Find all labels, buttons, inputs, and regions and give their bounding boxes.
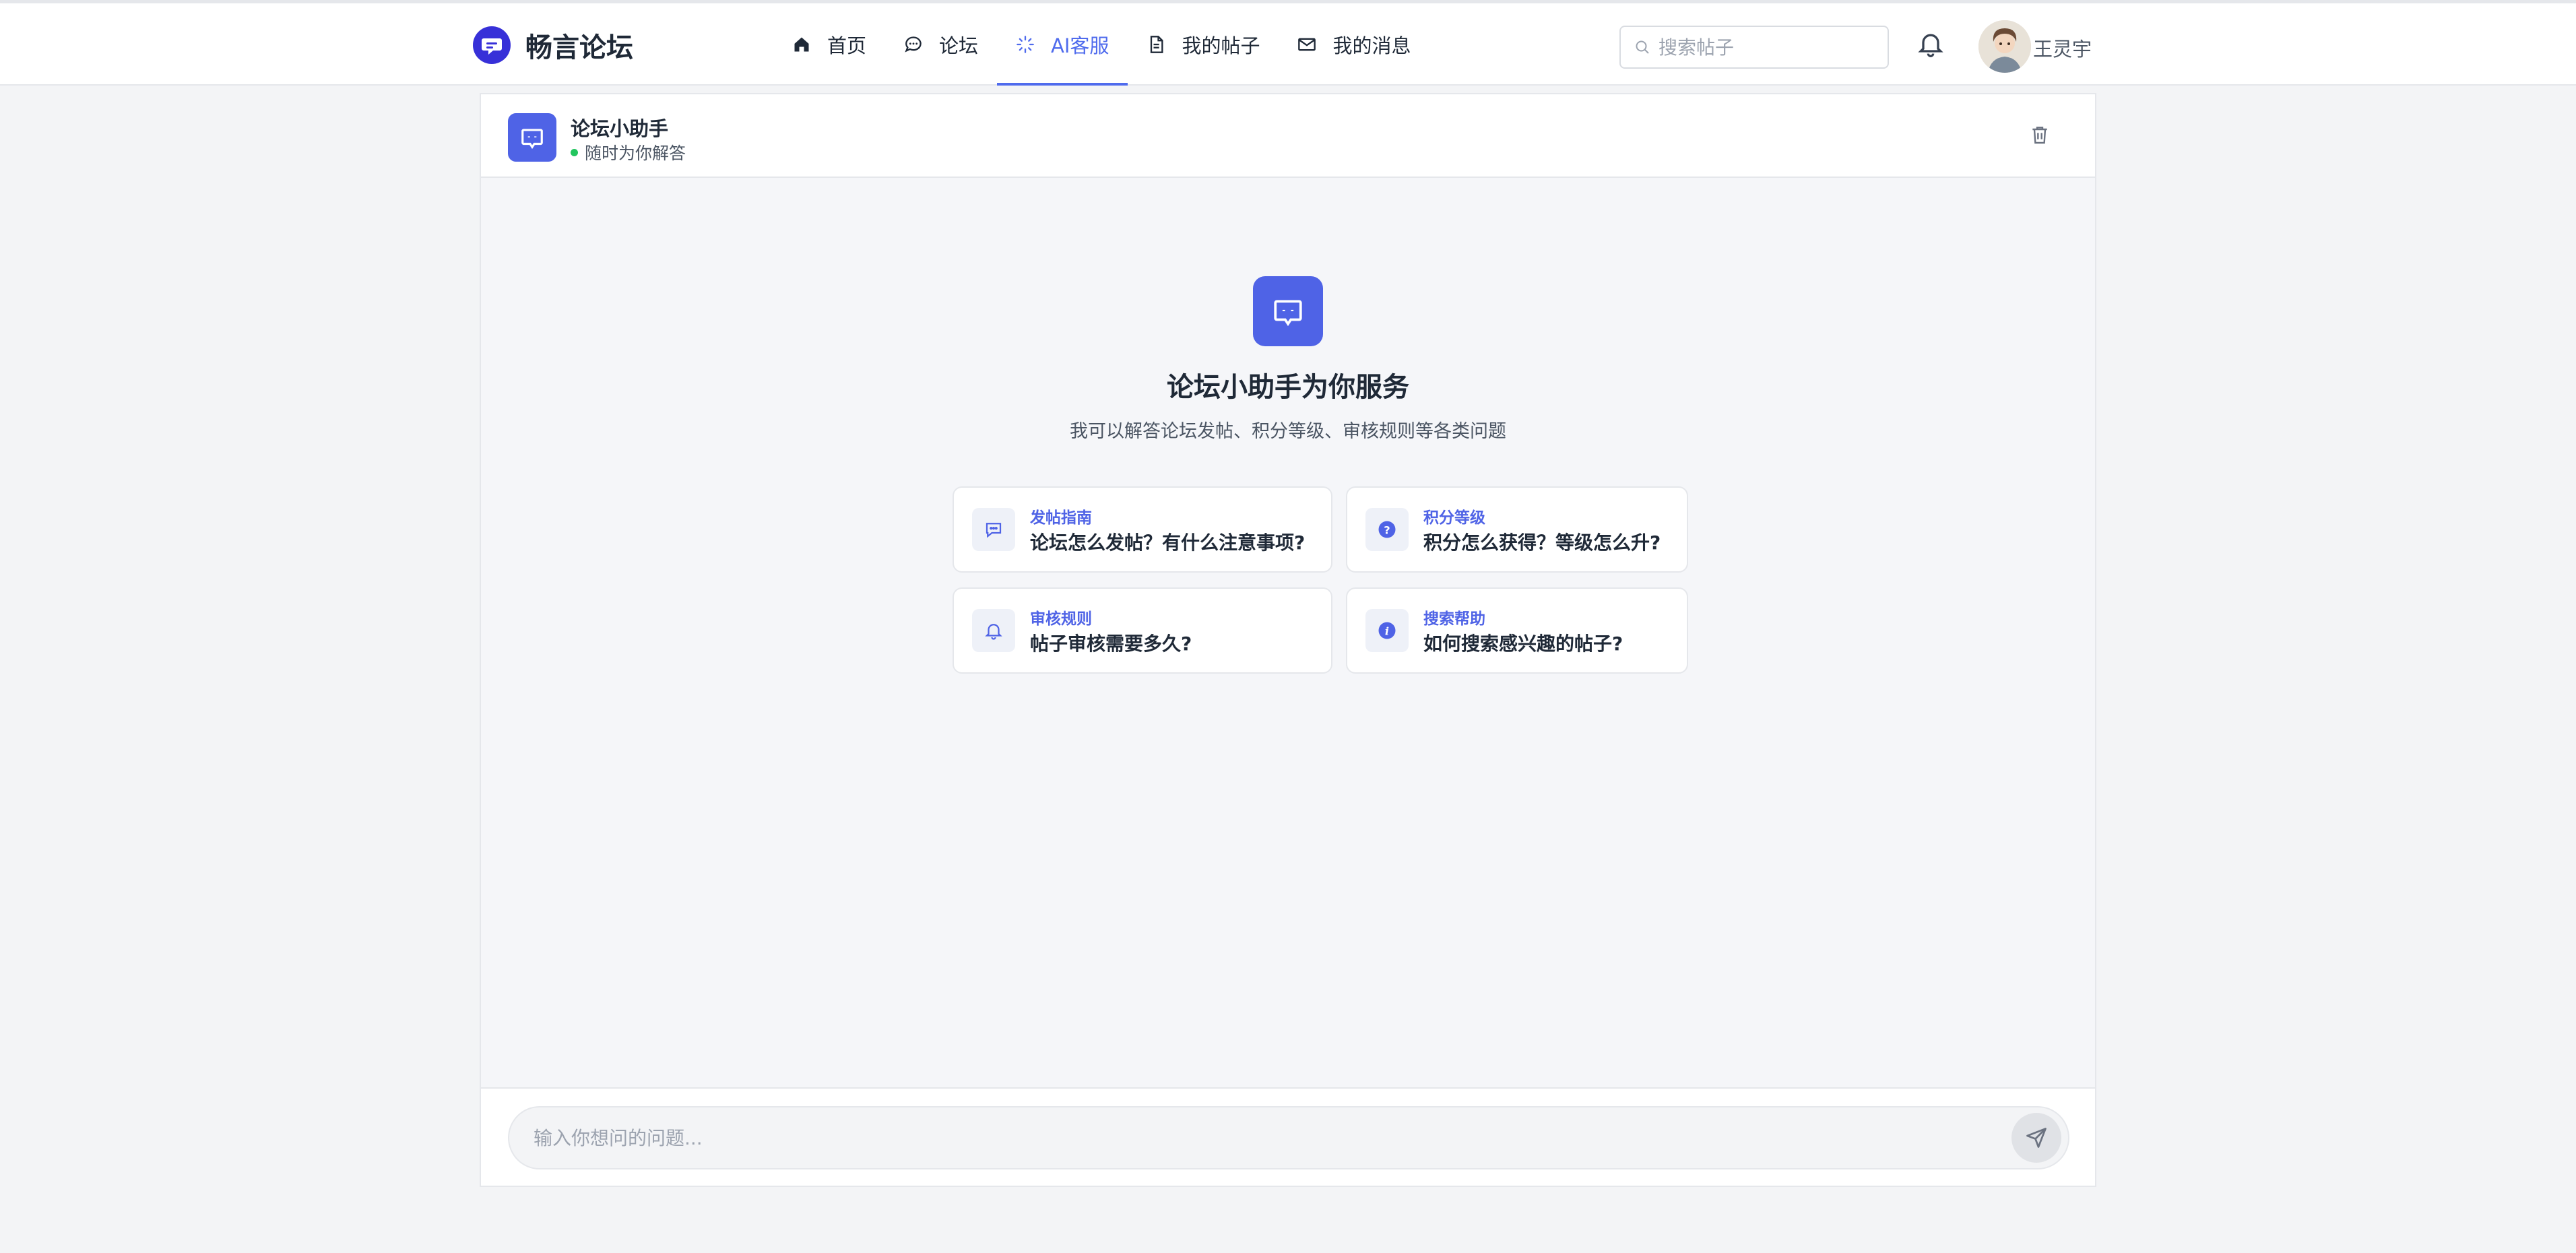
mail-icon bbox=[1298, 38, 1316, 51]
bot-name: 论坛小助手 bbox=[571, 117, 669, 140]
brand-logo-icon bbox=[473, 26, 511, 64]
nav-item-label: 我的帖子 bbox=[1182, 34, 1260, 57]
clear-chat-button[interactable] bbox=[2029, 124, 2051, 148]
nav-item-ai-service[interactable]: AI客服 bbox=[997, 3, 1128, 86]
chat-panel: 论坛小助手 随时为你解答 论坛小助手为你服务 我可以解答论坛发帖、积分等级、审核… bbox=[480, 93, 2096, 1187]
suggestion-category: 积分等级 bbox=[1423, 509, 1485, 527]
username[interactable]: 王灵宇 bbox=[2033, 34, 2092, 62]
avatar[interactable] bbox=[1978, 20, 2031, 73]
welcome-subtitle: 我可以解答论坛发帖、积分等级、审核规则等各类问题 bbox=[1070, 421, 1506, 442]
search-icon bbox=[1636, 40, 1649, 54]
welcome-title: 论坛小助手为你服务 bbox=[1167, 372, 1409, 403]
nav-item-label: 论坛 bbox=[939, 34, 979, 57]
bot-avatar-icon bbox=[508, 113, 556, 162]
suggestion-card-review-rules[interactable]: 审核规则 帖子审核需要多久? bbox=[953, 587, 1332, 674]
suggestion-card-posting-guide[interactable]: 发帖指南 论坛怎么发帖？有什么注意事项? bbox=[953, 486, 1332, 573]
bell-icon bbox=[1918, 34, 1943, 57]
nav-item-forum[interactable]: 论坛 bbox=[885, 3, 997, 86]
main-nav: 首页 论坛 AI客服 我的帖子 我的消息 bbox=[773, 3, 1429, 86]
nav-item-my-posts[interactable]: 我的帖子 bbox=[1128, 3, 1279, 86]
trash-icon bbox=[2032, 127, 2047, 144]
suggestion-question: 论坛怎么发帖？有什么注意事项? bbox=[1030, 532, 1306, 554]
chat-input-bar bbox=[481, 1087, 2095, 1186]
suggestion-category: 搜索帮助 bbox=[1423, 610, 1485, 628]
nav-item-label: AI客服 bbox=[1051, 34, 1109, 57]
document-icon bbox=[1151, 36, 1163, 53]
suggestion-category: 发帖指南 bbox=[1030, 509, 1092, 527]
nav-item-my-messages[interactable]: 我的消息 bbox=[1279, 3, 1429, 86]
suggestion-question: 积分怎么获得？等级怎么升? bbox=[1423, 532, 1661, 554]
svg-text:?: ? bbox=[1384, 523, 1390, 536]
search-input[interactable] bbox=[1659, 36, 1874, 59]
help-circle-icon: ? bbox=[1365, 508, 1409, 551]
suggestion-question: 如何搜索感兴趣的帖子? bbox=[1423, 633, 1623, 655]
bot-status-text: 随时为你解答 bbox=[585, 143, 686, 163]
assistant-hero-icon bbox=[1253, 276, 1323, 346]
suggestion-card-points-level[interactable]: ? 积分等级 积分怎么获得？等级怎么升? bbox=[1346, 486, 1688, 573]
home-icon bbox=[794, 37, 809, 52]
chat-header: 论坛小助手 随时为你解答 bbox=[481, 94, 2095, 178]
suggestion-category: 审核规则 bbox=[1030, 610, 1092, 628]
message-icon bbox=[972, 508, 1015, 551]
bell-icon bbox=[972, 609, 1015, 652]
top-navbar: 畅言论坛 首页 论坛 AI客服 我的帖子 我的消息 搜索帖子 王灵宇 bbox=[0, 0, 2576, 86]
brand[interactable]: 畅言论坛 bbox=[473, 25, 633, 65]
chat-bubble-icon bbox=[905, 36, 922, 53]
chat-input[interactable] bbox=[534, 1107, 1982, 1168]
sparkle-icon bbox=[1017, 36, 1034, 53]
search-box[interactable] bbox=[1619, 26, 1889, 69]
chat-input-wrapper bbox=[508, 1106, 2069, 1169]
nav-item-home[interactable]: 首页 bbox=[773, 3, 885, 86]
send-icon bbox=[2026, 1128, 2047, 1148]
svg-text:i: i bbox=[1385, 624, 1389, 637]
online-status-dot bbox=[571, 148, 578, 156]
brand-name: 畅言论坛 bbox=[525, 32, 633, 63]
notification-button[interactable] bbox=[1916, 29, 1945, 61]
nav-item-label: 首页 bbox=[827, 34, 867, 57]
suggestion-card-search-help[interactable]: i 搜索帮助 如何搜索感兴趣的帖子? bbox=[1346, 587, 1688, 674]
info-icon: i bbox=[1365, 609, 1409, 652]
suggestion-question: 帖子审核需要多久? bbox=[1030, 633, 1192, 655]
bot-status: 随时为你解答 bbox=[571, 140, 686, 164]
send-button[interactable] bbox=[2011, 1113, 2061, 1163]
nav-item-label: 我的消息 bbox=[1332, 34, 1411, 57]
